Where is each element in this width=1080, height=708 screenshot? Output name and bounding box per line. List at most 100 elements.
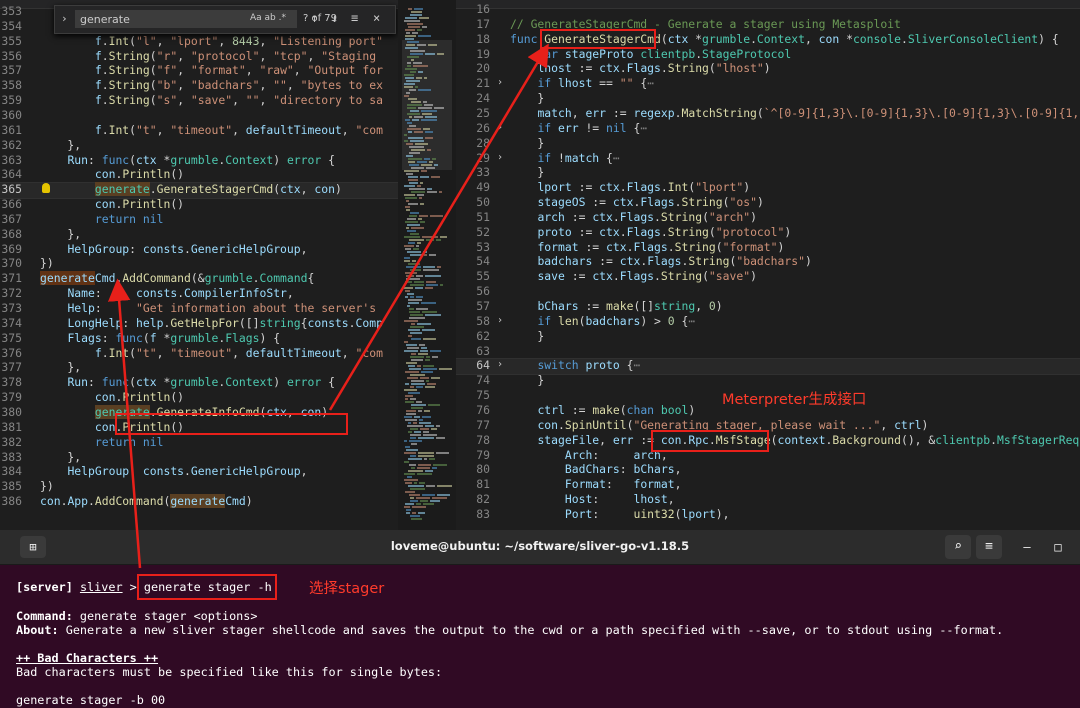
right-code-line[interactable]: 57 bChars := make([]string, 0) xyxy=(456,299,1080,314)
right-code-line[interactable]: 29 › if !match {⋯ xyxy=(456,151,1080,166)
line-number: 363 xyxy=(1,152,22,167)
fold-chevron-icon[interactable]: › xyxy=(497,151,503,166)
left-code-line[interactable]: 383 }, xyxy=(0,450,398,465)
left-code-line[interactable]: 373 Help: "Get information about the ser… xyxy=(0,301,398,316)
find-widget[interactable]: › generate Aa ab .* ? of 79 ↑ ↓ ≡ × xyxy=(54,5,396,34)
find-previous-icon[interactable]: ↑ xyxy=(311,11,318,25)
right-code-line[interactable]: 56 xyxy=(456,284,1080,299)
right-code-line[interactable]: 53 format := ctx.Flags.String("format") xyxy=(456,240,1080,255)
line-number: 372 xyxy=(1,286,22,301)
left-code-line[interactable]: 358 f.String("b", "badchars", "", "bytes… xyxy=(0,78,398,93)
terminal-window[interactable]: ⊞ loveme@ubuntu: ~/software/sliver-go-v1… xyxy=(0,530,1080,708)
left-code-line[interactable]: 376 f.Int("t", "timeout", defaultTimeout… xyxy=(0,346,398,361)
right-code-line[interactable]: 83 Port: uint32(lport), xyxy=(456,507,1080,522)
fold-chevron-icon[interactable]: › xyxy=(497,121,503,136)
left-code-line[interactable]: 370}) xyxy=(0,256,398,271)
line-number: 370 xyxy=(1,256,22,271)
left-code-line[interactable]: 375 Flags: func(f *grumble.Flags) { xyxy=(0,331,398,346)
left-code-line[interactable]: 382 return nil xyxy=(0,435,398,450)
right-code-line[interactable]: 81 Format: format, xyxy=(456,477,1080,492)
hamburger-menu-icon[interactable]: ≡ xyxy=(976,535,1002,559)
left-code-line[interactable]: 377 }, xyxy=(0,360,398,375)
right-code-line[interactable]: 62 } xyxy=(456,329,1080,344)
code-text: BadChars: bChars, xyxy=(564,462,682,477)
line-number: 377 xyxy=(1,360,22,375)
right-code-line[interactable]: 64 › switch proto {⋯ xyxy=(456,358,1080,373)
left-code-line[interactable]: 386 con.App.AddCommand(generateCmd) xyxy=(0,494,398,509)
left-editor-pane[interactable]: 353 f.String("L", "lhost", "", "Listenin… xyxy=(0,0,398,530)
line-number: 371 xyxy=(1,271,22,286)
left-code-line[interactable]: 363 Run: func(ctx *grumble.Context) erro… xyxy=(0,153,398,168)
left-code-line[interactable]: 366 con.Println() xyxy=(0,197,398,212)
right-code-line[interactable]: 63 xyxy=(456,344,1080,359)
chevron-right-icon[interactable]: › xyxy=(61,12,68,25)
left-code-line[interactable]: 371 generateCmd.AddCommand(&grumble.Comma… xyxy=(0,271,398,286)
find-in-selection-icon[interactable]: ≡ xyxy=(351,11,358,25)
left-code-line[interactable]: 384 HelpGroup: consts.GenericHelpGroup, xyxy=(0,464,398,479)
right-code-line[interactable]: 52 proto := ctx.Flags.String("protocol") xyxy=(456,225,1080,240)
left-code-line[interactable]: 378 Run: func(ctx *grumble.Context) erro… xyxy=(0,375,398,390)
left-code-line[interactable]: 379 con.Println() xyxy=(0,390,398,405)
line-number: 54 xyxy=(476,254,490,269)
right-code-line[interactable]: 50 stageOS := ctx.Flags.String("os") xyxy=(456,195,1080,210)
minimize-icon[interactable]: – xyxy=(1016,536,1038,558)
search-icon[interactable]: ⌕ xyxy=(945,535,971,559)
left-code-line[interactable]: 367 return nil xyxy=(0,212,398,227)
minimap[interactable] xyxy=(398,0,456,530)
right-code-line[interactable]: 28 } xyxy=(456,136,1080,151)
fold-chevron-icon[interactable]: › xyxy=(497,76,503,91)
highlight-box-command xyxy=(137,574,277,600)
left-code-line[interactable]: 360 xyxy=(0,108,398,123)
left-code-line[interactable]: 372 Name: consts.CompilerInfoStr, xyxy=(0,286,398,301)
code-text: Host: lhost, xyxy=(564,492,675,507)
code-text: Help: "Get information about the server'… xyxy=(67,301,377,315)
right-code-line[interactable]: 33 } xyxy=(456,165,1080,180)
lightbulb-icon[interactable] xyxy=(42,183,50,194)
code-text: arch := ctx.Flags.String("arch") xyxy=(537,209,757,224)
line-number: 359 xyxy=(1,93,22,108)
right-code-line[interactable]: 51 arch := ctx.Flags.String("arch") xyxy=(456,210,1080,225)
line-number: 378 xyxy=(1,375,22,390)
fold-chevron-icon[interactable]: › xyxy=(497,358,503,373)
left-code-line[interactable]: 365 generate.GenerateStagerCmd(ctx, con) xyxy=(0,182,398,197)
line-number: 51 xyxy=(476,209,490,224)
left-code-line[interactable]: 361 f.Int("t", "timeout", defaultTimeout… xyxy=(0,123,398,138)
terminal-command-line: Command: generate stager <options> xyxy=(16,609,258,623)
left-code-line[interactable]: 374 LongHelp: help.GetHelpFor([]string{c… xyxy=(0,316,398,331)
line-number: 28 xyxy=(476,135,490,150)
line-number: 52 xyxy=(476,224,490,239)
left-code-line[interactable]: 385}) xyxy=(0,479,398,494)
line-number: 62 xyxy=(476,328,490,343)
code-text: f.String("r", "protocol", "tcp", "Stagin… xyxy=(94,48,383,63)
right-code-line[interactable]: 55 save := ctx.Flags.String("save") xyxy=(456,269,1080,284)
left-code-line[interactable]: 362 }, xyxy=(0,138,398,153)
left-code-line[interactable]: 356 f.String("r", "protocol", "tcp", "St… xyxy=(0,49,398,64)
right-code-line[interactable]: 24 } xyxy=(456,91,1080,106)
right-code-line[interactable]: 80 BadChars: bChars, xyxy=(456,462,1080,477)
left-code-line[interactable]: 368 }, xyxy=(0,227,398,242)
line-number: 20 xyxy=(476,61,490,76)
left-code-line[interactable]: 355 f.Int("l", "lport", 8443, "Listening… xyxy=(0,34,398,49)
right-code-line[interactable]: 20 lhost := ctx.Flags.String("lhost") xyxy=(456,61,1080,76)
left-code-line[interactable]: 364 con.Println() xyxy=(0,167,398,182)
right-code-line[interactable]: 82 Host: lhost, xyxy=(456,492,1080,507)
find-close-icon[interactable]: × xyxy=(373,11,380,25)
maximize-icon[interactable]: □ xyxy=(1047,536,1069,558)
right-code-line[interactable]: 58 › if len(badchars) > 0 {⋯ xyxy=(456,314,1080,329)
left-code-line[interactable]: 369 HelpGroup: consts.GenericHelpGroup, xyxy=(0,242,398,257)
left-code-line[interactable]: 359 f.String("s", "save", "", "directory… xyxy=(0,93,398,108)
right-code-line[interactable]: 54 badchars := ctx.Flags.String("badchar… xyxy=(456,254,1080,269)
right-code-line[interactable]: 25 match, err := regexp.MatchString(`^[0… xyxy=(456,106,1080,121)
find-next-icon[interactable]: ↓ xyxy=(331,11,338,25)
find-options[interactable]: Aa ab .* xyxy=(250,13,286,23)
right-code-line[interactable]: 74 } xyxy=(456,373,1080,388)
fold-chevron-icon[interactable]: › xyxy=(497,314,503,329)
right-code-line[interactable]: 26 › if err != nil {⋯ xyxy=(456,121,1080,136)
right-code-line[interactable]: 21 › if lhost == "" {⋯ xyxy=(456,76,1080,91)
right-code-line[interactable]: 49 lport := ctx.Flags.Int("lport") xyxy=(456,180,1080,195)
line-number: 63 xyxy=(476,343,490,358)
code-text: Run: func(ctx *grumble.Context) error { xyxy=(67,375,335,390)
code-text: } xyxy=(510,328,545,343)
left-code-line[interactable]: 357 f.String("f", "format", "raw", "Outp… xyxy=(0,63,398,78)
right-code-line[interactable]: 16 xyxy=(456,2,1080,17)
